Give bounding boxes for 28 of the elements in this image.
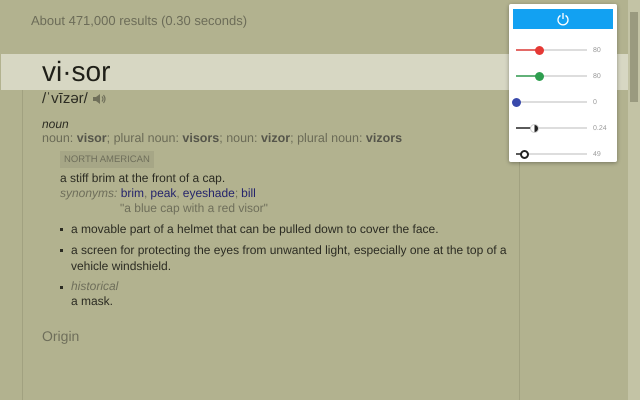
power-icon <box>556 12 570 26</box>
synonym-link[interactable]: eyeshade <box>182 186 235 200</box>
synonym-link[interactable]: peak <box>150 186 176 200</box>
separator: , <box>176 186 180 200</box>
slider-thumb[interactable] <box>534 72 544 80</box>
slider-thumb[interactable] <box>512 98 520 106</box>
usage-label: historical <box>71 279 118 293</box>
part-of-speech: noun <box>41 116 70 131</box>
synonyms-label: synonyms: <box>60 186 118 200</box>
origin-heading: Origin <box>41 327 80 344</box>
synonym-link[interactable]: brim <box>120 186 144 200</box>
slider-thumb[interactable] <box>520 150 530 158</box>
results-stats: About 471,000 results (0.30 seconds) <box>31 12 248 30</box>
definition: a movable part of a helmet that can be pulled down to cover the face. <box>71 221 439 237</box>
slider-thumb[interactable] <box>534 46 544 54</box>
synonym-link[interactable]: bill <box>241 186 256 200</box>
speaker-icon[interactable] <box>92 92 106 106</box>
headword: vi·sor <box>42 56 110 87</box>
region-tag: NORTH AMERICAN <box>60 151 154 168</box>
word-forms: noun: visor; plural noun: visors; noun: vizor; plural noun: vizors <box>41 131 404 145</box>
definition: a mask. <box>71 293 114 309</box>
definition: a screen for protecting the eyes from unwanted light, especially one at the top of a vehicle windshield. <box>71 242 508 274</box>
definition: a stiff brim at the front of a cap. <box>60 170 226 186</box>
scrollbar[interactable] <box>628 0 640 400</box>
example: "a blue cap with a red visor" <box>119 201 269 215</box>
separator: ; <box>234 186 238 200</box>
pronunciation: /ˈvīzər/ <box>42 90 88 107</box>
separator: , <box>144 186 148 200</box>
